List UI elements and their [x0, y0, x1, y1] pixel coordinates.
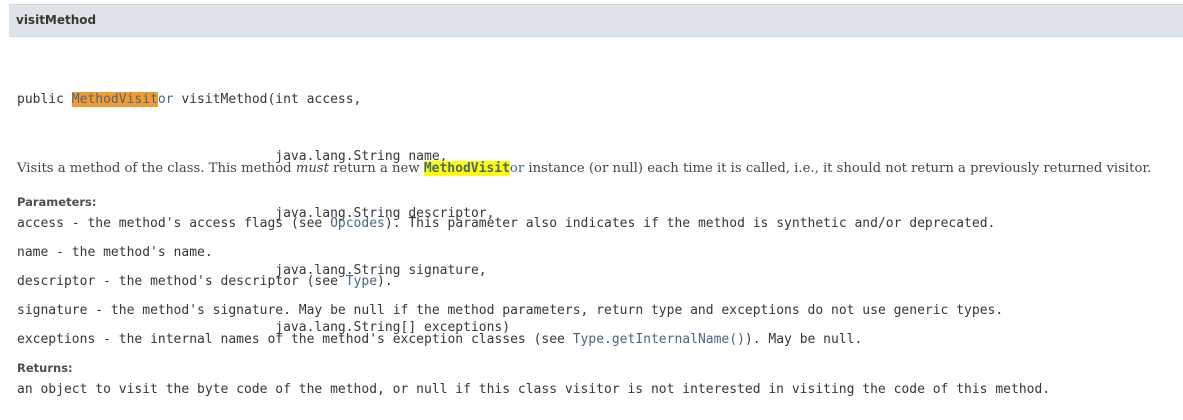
method-description: Visits a method of the class. This metho…	[17, 161, 1152, 176]
search-highlight-yellow: MethodVisit	[423, 161, 510, 176]
get-internal-name-link[interactable]: Type.getInternalName()	[573, 332, 745, 347]
param-name-item: name - the method's name.	[17, 245, 213, 260]
returns-label: Returns:	[17, 361, 73, 375]
param-signature: signature - the method's signature. May …	[17, 303, 1004, 318]
param-name: signature	[17, 303, 88, 318]
search-highlight-orange: MethodVisit	[71, 92, 158, 107]
opcodes-link[interactable]: Opcodes	[330, 216, 385, 231]
return-type-link[interactable]: MethodVisitor	[71, 92, 174, 107]
param-name: descriptor	[17, 274, 96, 289]
signature-line-1: public MethodVisitor visitMethod(int acc…	[17, 92, 362, 107]
param-access: access - the method's access flags (see …	[17, 216, 996, 231]
param-exceptions: exceptions - the internal names of the m…	[17, 332, 863, 347]
emphasis-must: must	[295, 161, 329, 176]
param-name: name	[17, 245, 49, 260]
type-link[interactable]: Type	[346, 274, 377, 289]
parameters-label: Parameters:	[17, 195, 97, 209]
param-name: exceptions	[17, 332, 96, 347]
method-visitor-link[interactable]: MethodVisitor	[423, 161, 524, 176]
method-detail-header: visitMethod	[9, 4, 1183, 37]
returns-text: an object to visit the byte code of the …	[17, 382, 1051, 397]
param-descriptor: descriptor - the method's descriptor (se…	[17, 274, 393, 289]
param-name: access	[17, 216, 64, 231]
method-name-heading: visitMethod	[16, 13, 97, 27]
